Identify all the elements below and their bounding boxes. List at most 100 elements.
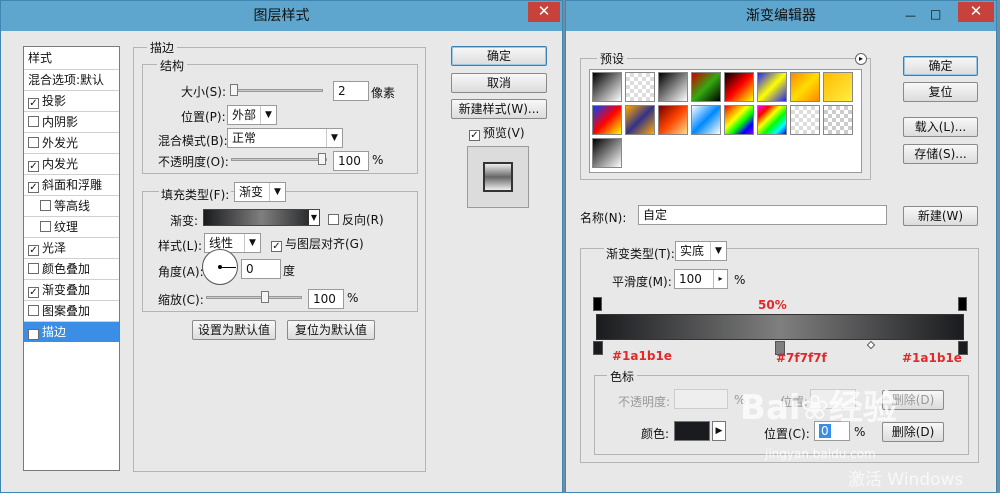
presets-menu-icon[interactable]: ▸ [855, 53, 867, 65]
sidebar-item[interactable]: ✓ 渐变叠加 [24, 279, 119, 300]
new-style-button[interactable]: 新建样式(W)... [451, 99, 547, 119]
preset-swatch[interactable] [592, 72, 622, 102]
stop-right-hex: #1a1b1e [902, 351, 962, 365]
checkbox-icon[interactable] [28, 263, 39, 274]
fill-type-select[interactable]: 渐变 ▼ [234, 182, 286, 202]
preset-swatch[interactable] [757, 72, 787, 102]
new-gradient-button[interactable]: 新建(W) [903, 206, 978, 226]
size-input[interactable]: 2 [333, 81, 369, 101]
sidebar-item[interactable]: 外发光 [24, 132, 119, 153]
opacity-slider[interactable] [231, 153, 327, 165]
preset-swatch[interactable] [625, 105, 655, 135]
reset-default-button[interactable]: 复位为默认值 [287, 320, 375, 340]
preset-swatch[interactable] [790, 72, 820, 102]
sidebar-item[interactable]: ✓ 描边 [24, 321, 119, 342]
preset-swatch[interactable] [823, 72, 853, 102]
angle-input[interactable]: 0 [241, 259, 281, 279]
checkbox-icon[interactable]: ✓ [28, 245, 39, 256]
sidebar-item[interactable]: 内阴影 [24, 111, 119, 132]
opacity-stop-left[interactable] [593, 297, 602, 311]
checkbox-icon[interactable]: ✓ [469, 130, 480, 141]
scale-input[interactable]: 100 [308, 289, 344, 309]
opacity-stop-right[interactable] [958, 297, 967, 311]
checkbox-icon[interactable] [28, 116, 39, 127]
sidebar-item[interactable]: 混合选项:默认 [24, 69, 119, 90]
sidebar-item[interactable]: ✓ 内发光 [24, 153, 119, 174]
checkbox-icon[interactable]: ✓ [28, 329, 39, 340]
size-slider-knob[interactable] [230, 84, 238, 96]
position-select[interactable]: 外部 ▼ [227, 105, 277, 125]
preset-swatch[interactable] [724, 105, 754, 135]
checkbox-icon[interactable] [40, 221, 51, 232]
align-checkbox[interactable]: ✓ 与图层对齐(G) [271, 235, 364, 252]
preset-swatch[interactable] [658, 105, 688, 135]
preset-swatch[interactable] [757, 105, 787, 135]
gradient-picker[interactable]: ▼ [203, 209, 320, 226]
set-default-button[interactable]: 设置为默认值 [192, 320, 276, 340]
preset-swatch[interactable] [691, 72, 721, 102]
sidebar-item[interactable]: ✓ 投影 [24, 90, 119, 111]
opacity-slider-knob[interactable] [318, 153, 326, 165]
presets-grid[interactable] [589, 69, 862, 173]
fill-type-value: 渐变 [239, 185, 264, 199]
checkbox-icon[interactable] [28, 305, 39, 316]
color-stop-left[interactable] [593, 341, 603, 355]
chevron-right-icon[interactable]: ▸ [713, 270, 727, 288]
sidebar-item[interactable]: 颜色叠加 [24, 258, 119, 279]
size-slider[interactable] [230, 84, 323, 96]
checkbox-icon[interactable]: ✓ [271, 241, 282, 252]
scale-slider[interactable] [206, 291, 302, 303]
gradient-type-select[interactable]: 实底 ▼ [675, 241, 727, 261]
preset-swatch[interactable] [724, 72, 754, 102]
checkbox-icon[interactable] [28, 137, 39, 148]
preset-swatch[interactable] [592, 138, 622, 168]
checkbox-icon[interactable]: ✓ [28, 182, 39, 193]
chevron-down-icon[interactable]: ▼ [309, 210, 319, 225]
sidebar-item[interactable]: ✓ 斜面和浮雕 [24, 174, 119, 195]
color-menu-icon[interactable]: ▶ [712, 421, 726, 441]
checkbox-icon[interactable]: ✓ [28, 98, 39, 109]
preset-swatch[interactable] [592, 105, 622, 135]
angle-dial[interactable] [202, 249, 238, 285]
opacity-input[interactable]: 100 [333, 151, 369, 171]
position-value: 外部 [232, 108, 257, 122]
blend-mode-select[interactable]: 正常 ▼ [227, 128, 343, 148]
checkbox-icon[interactable] [40, 200, 51, 211]
scale-slider-knob[interactable] [261, 291, 269, 303]
preset-swatch[interactable] [625, 72, 655, 102]
checkbox-icon[interactable] [328, 214, 339, 225]
sidebar-item[interactable]: 纹理 [24, 216, 119, 237]
watermark-url: jingyan.baidu.com [765, 447, 876, 461]
preset-swatch[interactable] [691, 105, 721, 135]
checkbox-icon[interactable]: ✓ [28, 161, 39, 172]
load-button[interactable]: 载入(L)... [903, 117, 978, 137]
chevron-down-icon: ▼ [260, 106, 276, 124]
ok-button[interactable]: 确定 [451, 46, 547, 66]
editor-ok-button[interactable]: 确定 [903, 56, 978, 76]
sidebar-item[interactable]: 图案叠加 [24, 300, 119, 321]
sidebar-item[interactable]: 等高线 [24, 195, 119, 216]
editor-reset-button[interactable]: 复位 [903, 82, 978, 102]
checkbox-icon[interactable]: ✓ [28, 287, 39, 298]
color-swatch[interactable] [674, 421, 710, 441]
preset-swatch[interactable] [823, 105, 853, 135]
stroke-group-title: 描边 [147, 39, 178, 56]
sidebar-item-label: 斜面和浮雕 [42, 178, 103, 192]
reverse-checkbox[interactable]: 反向(R) [328, 211, 384, 228]
preview-checkbox[interactable]: ✓ 预览(V) [469, 124, 525, 141]
cancel-button[interactable]: 取消 [451, 73, 547, 93]
name-input[interactable]: 自定 [638, 205, 887, 225]
preset-swatch[interactable] [790, 105, 820, 135]
minimize-button[interactable]: — [905, 9, 916, 22]
opacity-unit: % [372, 153, 384, 167]
smoothness-input[interactable]: 100 ▸ [674, 269, 728, 289]
preset-swatch[interactable] [658, 72, 688, 102]
maximize-button[interactable]: □ [930, 7, 941, 21]
reverse-label: 反向(R) [342, 213, 384, 227]
close-button[interactable]: ✕ [528, 2, 560, 22]
sidebar-item-label: 等高线 [54, 199, 91, 213]
gradient-bar[interactable] [596, 314, 964, 340]
save-button[interactable]: 存储(S)... [903, 144, 978, 164]
editor-close-button[interactable]: ✕ [958, 2, 994, 22]
sidebar-item[interactable]: ✓ 光泽 [24, 237, 119, 258]
